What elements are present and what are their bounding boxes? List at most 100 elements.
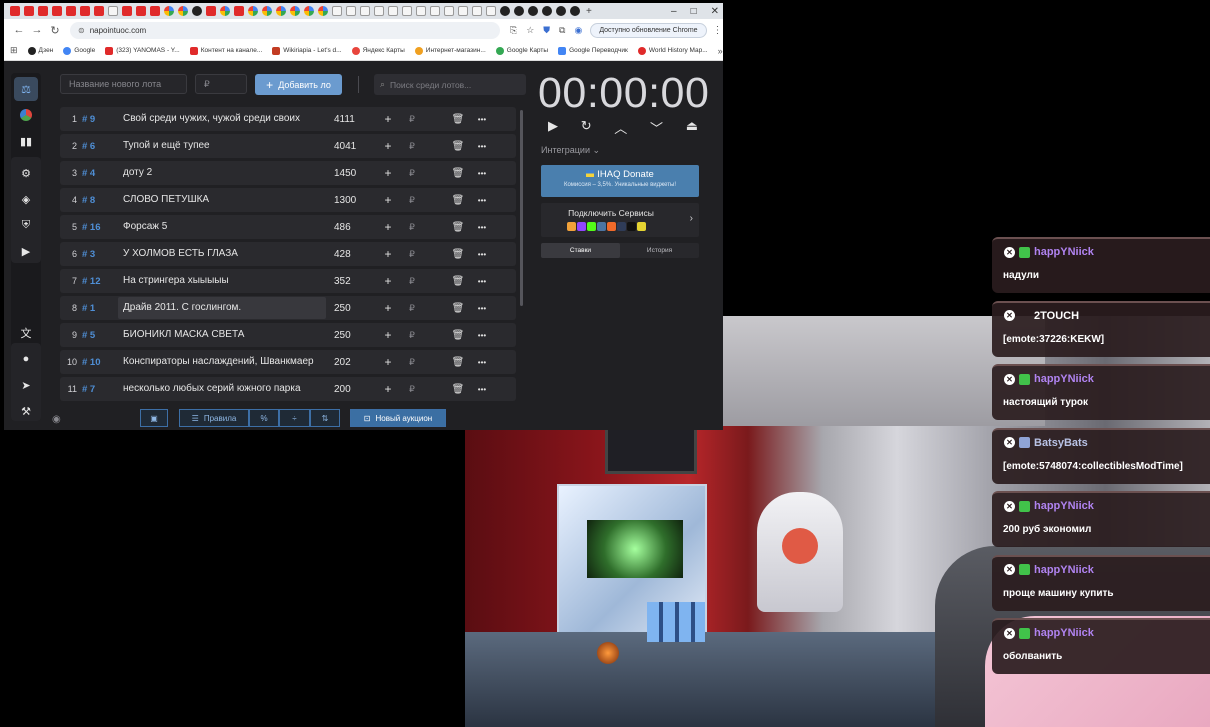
tab-wikipedia-icon[interactable] [472,6,482,16]
new-lot-amount-input[interactable] [195,74,247,94]
bookmark-item[interactable]: Google Переводчик [558,46,628,55]
tab-history[interactable]: История [620,243,699,258]
new-tab-icon[interactable]: + [586,6,592,17]
tab-github-icon[interactable] [528,6,538,16]
ruble-icon[interactable]: ₽ [400,222,424,233]
maximize-icon[interactable]: □ [691,6,697,17]
lot-name[interactable]: Конспираторы наслаждений, Шванкмаер [118,351,326,373]
tab-youtube-icon[interactable] [66,6,76,16]
play-icon[interactable]: ▶ [548,118,558,137]
reload-icon[interactable]: ↻ [46,24,64,37]
tab-youtube-icon[interactable] [122,6,132,16]
forward-icon[interactable]: → [28,24,46,36]
tab-youtube-icon[interactable] [94,6,104,16]
extensions-icon[interactable]: ⧉ [559,25,565,36]
more-icon[interactable]: ••• [470,142,494,151]
more-icon[interactable]: ••• [470,196,494,205]
trash-icon[interactable]: 🗑 [446,384,470,395]
tab-wikipedia-icon[interactable] [388,6,398,16]
add-amount-icon[interactable]: + [376,301,400,315]
percent-button[interactable]: % [249,409,279,427]
eye-icon[interactable]: ◉ [52,414,61,425]
tab-google-icon[interactable] [262,6,272,16]
lot-name[interactable]: Свой среди чужих, чужой среди своих [118,108,326,130]
address-bar[interactable]: ⊜ napointuoc.com [70,21,500,39]
bookmark-item[interactable]: Google [63,46,95,55]
trash-icon[interactable]: 🗑 [446,114,470,125]
ruble-icon[interactable]: ₽ [400,303,424,314]
tab-wikipedia-icon[interactable] [360,6,370,16]
sidebar-telegram-icon[interactable]: ➤ [14,373,38,397]
lot-name[interactable]: У ХОЛМОВ ЕСТЬ ГЛАЗА [118,243,326,265]
extension-shield-icon[interactable]: ⛊ [543,25,550,36]
sidebar-layers-icon[interactable]: ◈ [14,187,38,211]
sidebar-auction-hammer-icon[interactable]: ⚒ [14,399,38,423]
tab-google-icon[interactable] [276,6,286,16]
ruble-icon[interactable]: ₽ [400,330,424,341]
tab-google-icon[interactable] [164,6,174,16]
sidebar-wheel-icon[interactable] [14,103,38,127]
lot-name[interactable]: СЛОВО ПЕТУШКА [118,189,326,211]
tab-youtube-icon[interactable] [52,6,62,16]
tab-youtube-icon[interactable] [38,6,48,16]
tab-google-icon[interactable] [304,6,314,16]
more-icon[interactable]: ••• [470,115,494,124]
tab-wikipedia-icon[interactable] [332,6,342,16]
donate-integration-button[interactable]: IHAQ Donate Комиссия – 3,5%. Уникальные … [541,165,699,197]
add-lot-button[interactable]: + Добавить ло [255,74,342,95]
sidebar-settings-icon[interactable]: ⚙ [14,161,38,185]
translate-icon[interactable]: ⎘ [510,25,517,36]
tab-github-icon[interactable] [514,6,524,16]
ruble-icon[interactable]: ₽ [400,141,424,152]
tab-github-icon[interactable] [500,6,510,16]
tab-youtube-icon[interactable] [234,6,244,16]
tab-active-icon[interactable] [108,6,118,16]
divide-button[interactable]: ÷ [279,409,310,427]
ruble-icon[interactable]: ₽ [400,195,424,206]
more-icon[interactable]: ••• [470,358,494,367]
lot-name[interactable]: Драйв 2011. С гослингом. [118,297,326,319]
add-amount-icon[interactable]: + [376,112,400,126]
bookmark-item[interactable]: Wikiriapia - Let's d... [272,46,342,55]
sidebar-auction-icon[interactable]: ⚖ [14,77,38,101]
apps-grid-icon[interactable]: ⊞ [10,45,18,56]
ruble-icon[interactable]: ₽ [400,276,424,287]
update-chrome-button[interactable]: Доступно обновление Chrome [590,22,707,38]
bookmark-item[interactable]: World History Map... [637,46,708,55]
add-amount-icon[interactable]: + [376,193,400,207]
reset-icon[interactable]: ↻ [581,118,592,137]
trash-icon[interactable]: 🗑 [446,276,470,287]
lot-search-input[interactable] [390,79,516,90]
add-amount-icon[interactable]: + [376,247,400,261]
back-icon[interactable]: ← [10,24,28,36]
tab-github-icon[interactable] [556,6,566,16]
tab-github-icon[interactable] [570,6,580,16]
menu-icon[interactable]: ⋮ [713,25,723,36]
more-icon[interactable]: ••• [470,385,494,394]
lot-name[interactable]: На стрингера хыыыыы [118,270,326,292]
close-icon[interactable]: ✕ [711,6,719,17]
lot-name[interactable]: доту 2 [118,162,326,184]
tab-wikipedia-icon[interactable] [346,6,356,16]
tab-youtube-icon[interactable] [10,6,20,16]
tab-wikipedia-icon[interactable] [444,6,454,16]
tab-youtube-icon[interactable] [150,6,160,16]
tab-youtube-icon[interactable] [206,6,216,16]
new-auction-button[interactable]: ⊡ Новый аукцион [350,409,446,427]
trash-icon[interactable]: 🗑 [446,303,470,314]
ruble-icon[interactable]: ₽ [400,168,424,179]
tab-wikipedia-icon[interactable] [416,6,426,16]
profile-icon[interactable]: ◉ [574,25,582,36]
trash-icon[interactable]: 🗑 [446,249,470,260]
trash-icon[interactable]: 🗑 [446,168,470,179]
add-amount-icon[interactable]: + [376,355,400,369]
tab-google-icon[interactable] [178,6,188,16]
lot-name[interactable]: БИОНИКЛ МАСКА СВЕТА [118,324,326,346]
sidebar-stats-icon[interactable]: ▮▮ [14,129,38,153]
more-icon[interactable]: ••• [470,304,494,313]
more-icon[interactable]: ••• [470,331,494,340]
bookmark-star-icon[interactable]: ☆ [526,25,534,36]
lot-name[interactable]: несколько любых серий южного парка [118,378,326,400]
tab-wikipedia-icon[interactable] [430,6,440,16]
tab-youtube-icon[interactable] [80,6,90,16]
